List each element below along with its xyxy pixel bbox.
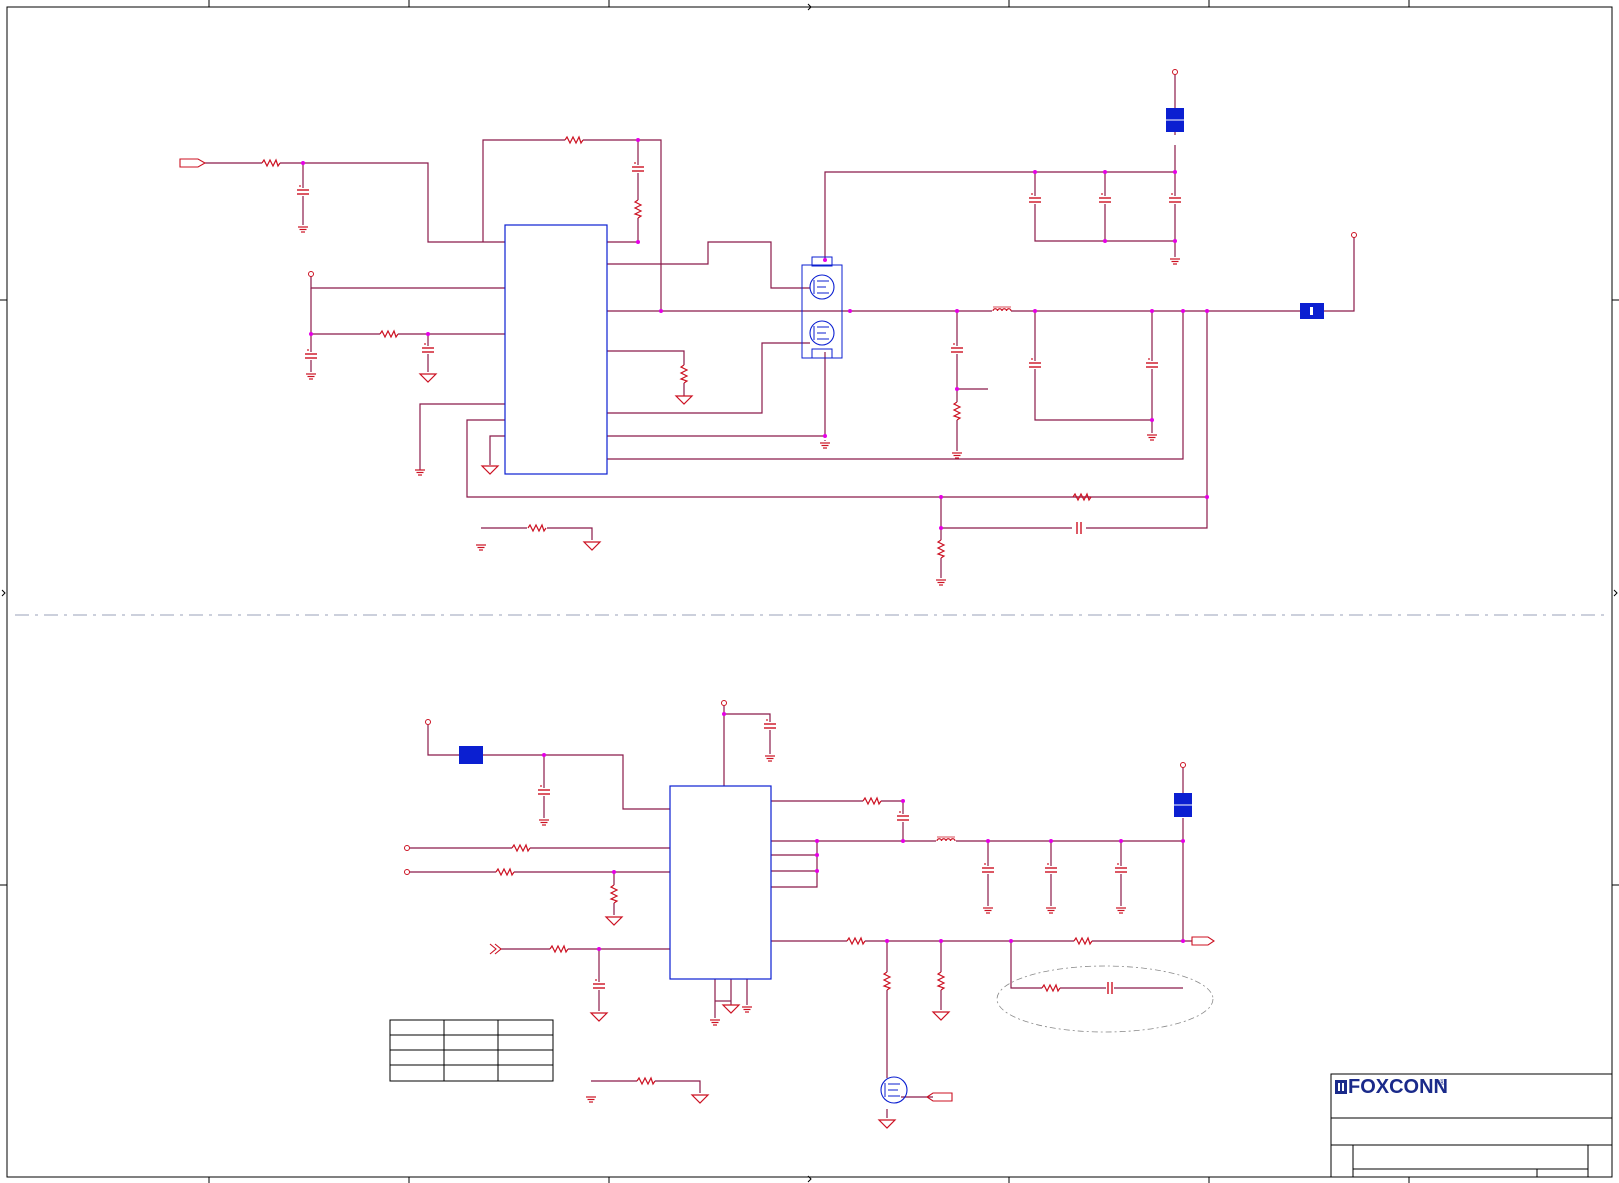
input-chevron-icon [489,943,502,955]
foxconn-logo: FOXCONN ® [1335,1076,1448,1098]
output-port-icon [1191,936,1215,946]
pwm-controller-ic [504,224,608,475]
registered-mark: ® [1439,1078,1445,1087]
top-resistors [261,136,1092,559]
top-power-rails [308,69,1357,277]
top-circuit-wiring [205,75,1355,578]
bottom-grounds [538,755,1127,1129]
top-inductor [992,306,1012,312]
ldo-regulator-ic [669,785,772,980]
foxconn-logo-text: FOXCONN [1348,1076,1448,1098]
bottom-circuit-wiring [409,706,1192,1118]
optional-compensation-outline [996,965,1214,1033]
top-capacitors [296,161,1182,535]
bottom-junctions [542,712,1185,951]
bottom-capacitors [537,718,1128,995]
top-connectors [1166,108,1324,319]
option-table [389,1019,554,1082]
foxconn-logo-mark-icon [1335,1080,1347,1094]
top-grounds [297,226,1181,586]
input-port-icon [179,158,207,168]
connector-icon [459,746,483,764]
bottom-connectors [459,746,1192,817]
mosfet-icon [880,1076,908,1104]
bottom-inductor [936,836,956,842]
schematic-sheet: FOXCONN ® [0,0,1619,1183]
sheet-border [0,0,1619,1183]
